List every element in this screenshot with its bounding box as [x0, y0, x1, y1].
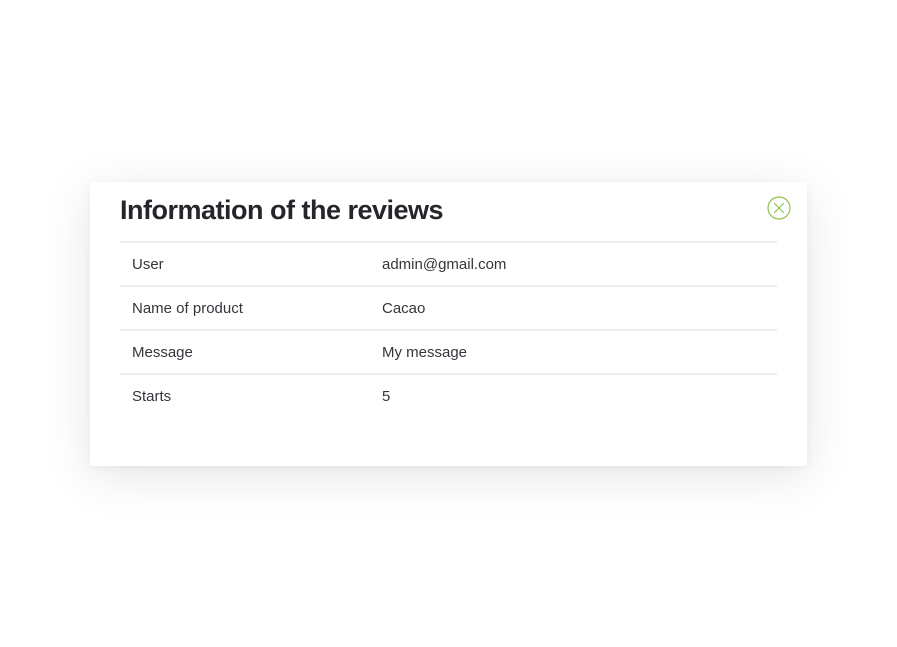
table-row: Name of product Cacao — [120, 286, 777, 330]
close-circle-icon — [767, 196, 791, 220]
row-value-stars: 5 — [382, 387, 391, 405]
row-label-user: User — [132, 255, 164, 273]
modal-title: Information of the reviews — [120, 195, 444, 225]
row-value-message: My message — [382, 343, 468, 361]
review-info-modal: Information of the reviews User admin@gm… — [90, 182, 807, 466]
close-button[interactable] — [767, 196, 791, 220]
table-row: Starts 5 — [120, 374, 777, 417]
row-value-product: Cacao — [382, 299, 426, 317]
table-row: Message My message — [120, 330, 777, 374]
row-value-user: admin@gmail.com — [382, 255, 507, 273]
row-label-message: Message — [132, 343, 193, 361]
row-label-stars: Starts — [132, 387, 172, 405]
table-row: User admin@gmail.com — [120, 242, 777, 286]
review-info-table: User admin@gmail.com Name of product Cac… — [120, 241, 777, 417]
row-label-product: Name of product — [132, 299, 243, 317]
